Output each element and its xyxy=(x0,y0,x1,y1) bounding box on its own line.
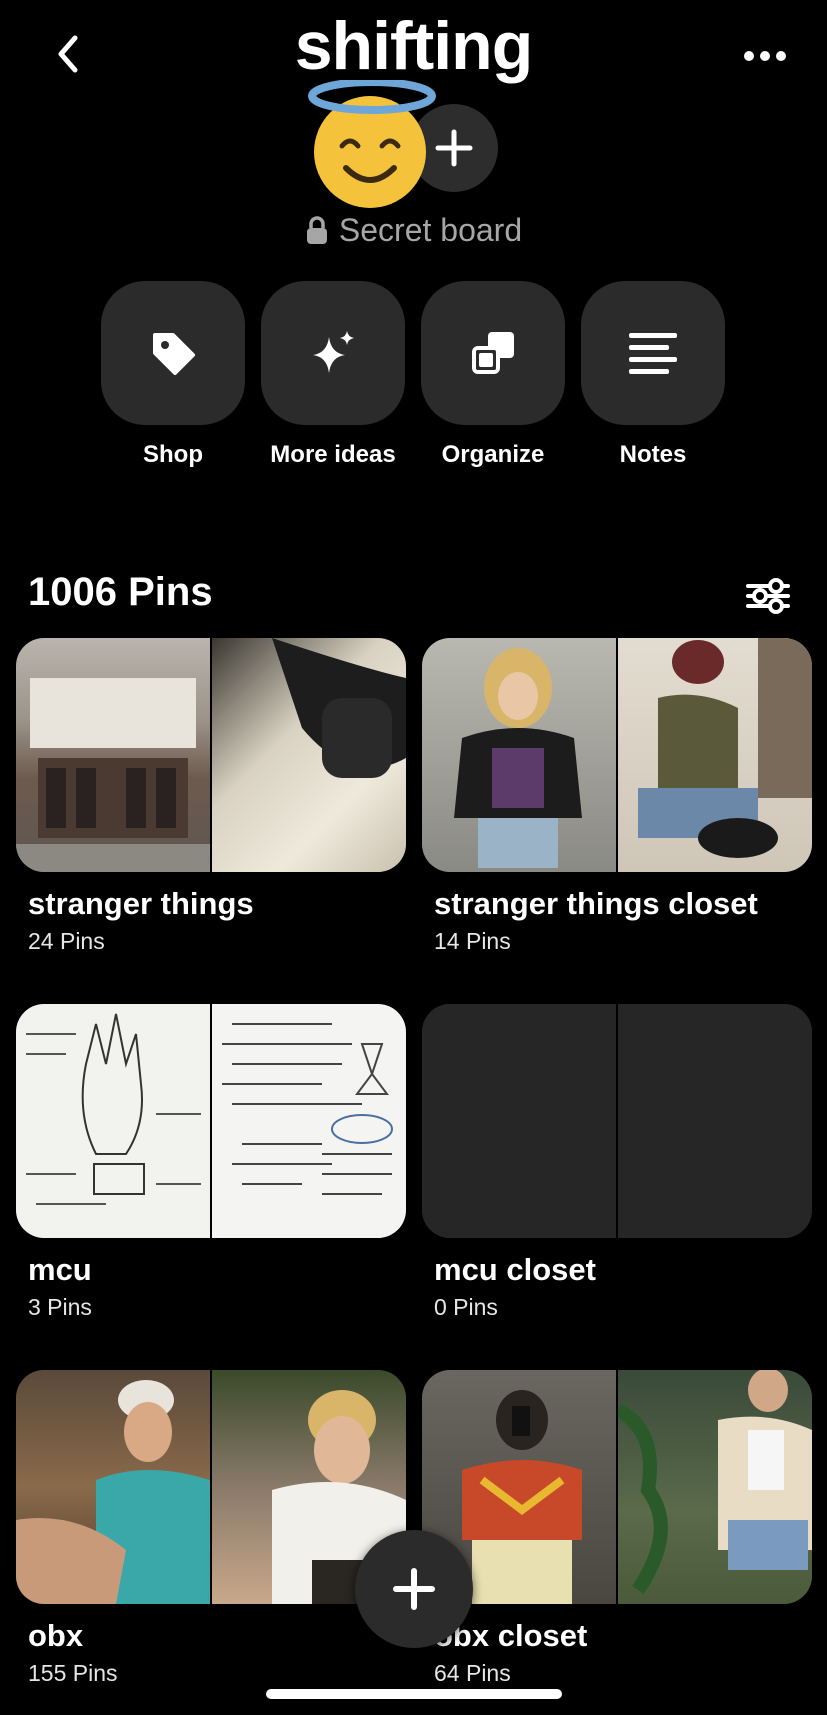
more-ideas-action[interactable]: More ideas xyxy=(261,281,405,469)
notes-icon xyxy=(629,333,677,374)
section-card-stranger-things-closet[interactable]: stranger things closet 14 Pins xyxy=(422,638,812,955)
section-cover[interactable] xyxy=(422,1370,812,1604)
organize-action[interactable]: Organize xyxy=(421,281,565,469)
section-pin-count: 155 Pins xyxy=(28,1660,118,1686)
section-name: obx xyxy=(28,1618,84,1653)
section-card-mcu[interactable]: mcu 3 Pins xyxy=(16,1004,406,1321)
smiling-face-with-halo-icon xyxy=(308,80,436,208)
section-card-stranger-things[interactable]: stranger things 24 Pins xyxy=(16,638,406,955)
shop-button[interactable] xyxy=(101,281,245,425)
section-card-mcu-closet[interactable]: mcu closet 0 Pins xyxy=(422,1004,812,1321)
cover-image-right xyxy=(212,638,406,872)
shop-action[interactable]: Shop xyxy=(101,281,245,469)
board-actions: Shop More ideas Organize Notes xyxy=(101,281,725,469)
cover-image-right xyxy=(618,638,812,872)
sparkle-icon xyxy=(313,331,354,373)
cover-image-right xyxy=(212,1004,406,1238)
section-name: stranger things closet xyxy=(434,886,758,921)
plus-icon xyxy=(393,1568,435,1610)
privacy-status: Secret board xyxy=(0,208,827,252)
cover-image-left xyxy=(16,1370,210,1604)
section-name: mcu closet xyxy=(434,1252,596,1287)
pins-count: 1006 Pins xyxy=(28,570,213,614)
more-options-button[interactable] xyxy=(733,36,797,76)
cover-image-right xyxy=(618,1370,812,1604)
plus-icon xyxy=(435,129,473,167)
home-indicator[interactable] xyxy=(266,1689,562,1699)
section-cover[interactable] xyxy=(16,1370,406,1604)
organize-label: Organize xyxy=(441,441,545,468)
section-cover[interactable] xyxy=(422,638,812,872)
lock-icon xyxy=(306,216,327,244)
section-cover[interactable] xyxy=(422,1004,812,1238)
notes-button[interactable] xyxy=(581,281,725,425)
section-pin-count: 24 Pins xyxy=(28,928,105,954)
section-cover[interactable] xyxy=(16,1004,406,1238)
section-pin-count: 0 Pins xyxy=(434,1294,498,1320)
shop-label: Shop xyxy=(143,441,203,468)
add-pin-button[interactable] xyxy=(355,1530,473,1648)
section-pin-count: 64 Pins xyxy=(434,1660,511,1686)
tag-icon xyxy=(153,333,195,375)
more-ideas-button[interactable] xyxy=(261,281,405,425)
section-name: stranger things xyxy=(28,886,254,921)
more-ideas-label: More ideas xyxy=(270,441,396,468)
organize-icon xyxy=(472,332,514,374)
section-name: mcu xyxy=(28,1252,92,1287)
cover-image-left xyxy=(422,638,616,872)
notes-action[interactable]: Notes xyxy=(581,281,725,469)
section-name: obx closet xyxy=(434,1618,588,1653)
cover-image-left xyxy=(16,1004,210,1238)
section-cover[interactable] xyxy=(16,638,406,872)
section-card-obx[interactable]: obx 155 Pins xyxy=(16,1370,406,1687)
notes-label: Notes xyxy=(619,441,687,468)
cover-image-left xyxy=(16,638,210,872)
cover-placeholder-left xyxy=(422,1004,616,1238)
sliders-icon xyxy=(746,578,790,614)
organize-button[interactable] xyxy=(421,281,565,425)
section-pin-count: 14 Pins xyxy=(434,928,511,954)
privacy-label: Secret board xyxy=(338,211,523,248)
cover-placeholder-right xyxy=(618,1004,812,1238)
section-card-obx-closet[interactable]: obx closet 64 Pins xyxy=(422,1370,812,1687)
ellipsis-icon xyxy=(744,51,786,61)
section-pin-count: 3 Pins xyxy=(28,1294,92,1320)
board-collaborators xyxy=(308,74,498,214)
filter-button[interactable] xyxy=(743,571,793,621)
